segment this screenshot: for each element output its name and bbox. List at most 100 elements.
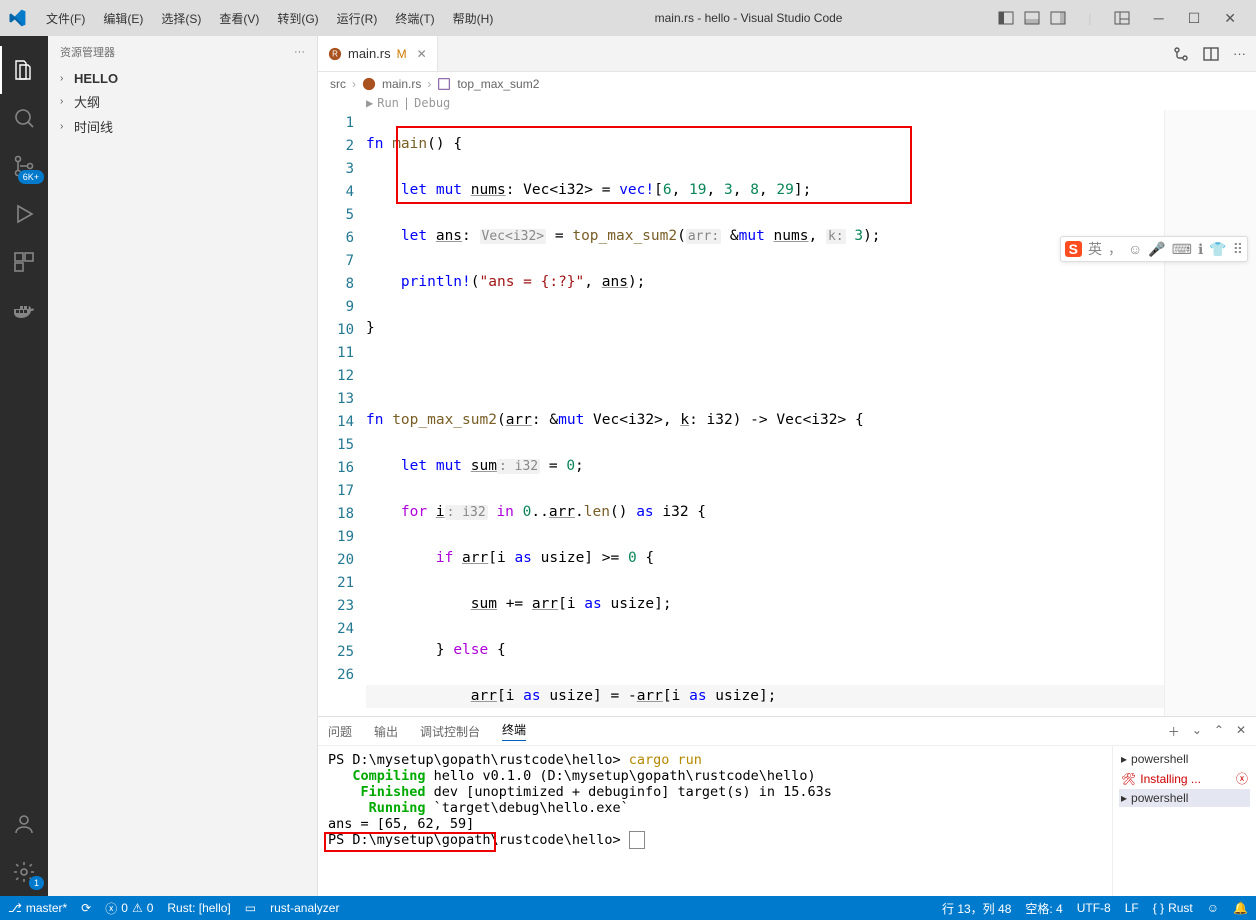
editor-area: R main.rs M ✕ ··· src › main.rs › top_ma… bbox=[318, 36, 1256, 896]
status-sync-icon[interactable]: ⟳ bbox=[81, 901, 91, 915]
activity-settings-icon[interactable]: 1 bbox=[0, 848, 48, 896]
activity-extensions-icon[interactable] bbox=[0, 238, 48, 286]
menu-terminal[interactable]: 终端(T) bbox=[387, 6, 442, 31]
breadcrumbs[interactable]: src › main.rs › top_max_sum2 bbox=[318, 72, 1256, 96]
maximize-icon[interactable]: ☐ bbox=[1176, 4, 1213, 33]
line-gutter: 1234567891011121314151617181920212324252… bbox=[318, 110, 366, 716]
tab-modified-flag: M bbox=[397, 47, 407, 61]
codelens-debug[interactable]: Debug bbox=[414, 96, 450, 110]
panel-tab-problems[interactable]: 问题 bbox=[328, 723, 352, 740]
sidebar-more-icon[interactable]: ··· bbox=[294, 46, 305, 58]
tab-close-icon[interactable]: ✕ bbox=[417, 47, 427, 61]
sidebar-section-timeline[interactable]: ›时间线 bbox=[48, 114, 317, 139]
titlebar: 文件(F) 编辑(E) 选择(S) 查看(V) 转到(G) 运行(R) 终端(T… bbox=[0, 0, 1256, 36]
status-notifications-icon[interactable]: 🔔 bbox=[1233, 901, 1248, 915]
rust-file-icon bbox=[362, 77, 376, 91]
terminal-icon: ▸ bbox=[1121, 752, 1127, 766]
status-bar: ⎇ master* ⟳ ⓧ 0 ⚠ 0 Rust: [hello] ▭ rust… bbox=[0, 896, 1256, 920]
menubar: 文件(F) 编辑(E) 选择(S) 查看(V) 转到(G) 运行(R) 终端(T… bbox=[38, 6, 501, 31]
ime-toolbar[interactable]: S 英 ， ☺ 🎤 ⌨ ℹ 👕 ⠿ bbox=[1060, 236, 1248, 262]
kill-terminal-icon[interactable]: ⓧ bbox=[1236, 770, 1248, 787]
status-feedback-icon[interactable]: ☺ bbox=[1207, 901, 1219, 915]
status-branch[interactable]: ⎇ master* bbox=[8, 901, 67, 915]
menu-view[interactable]: 查看(V) bbox=[211, 6, 267, 31]
layout-customize-icon[interactable] bbox=[1112, 8, 1132, 28]
split-editor-icon[interactable] bbox=[1203, 46, 1219, 62]
activity-search-icon[interactable] bbox=[0, 94, 48, 142]
symbol-function-icon bbox=[437, 77, 451, 91]
menu-help[interactable]: 帮助(H) bbox=[445, 6, 502, 31]
sidebar-title: 资源管理器 bbox=[60, 44, 115, 60]
ime-keyboard-icon[interactable]: ⌨ bbox=[1172, 241, 1192, 258]
ime-grid-icon[interactable]: ⠿ bbox=[1233, 241, 1243, 258]
sidebar-section-hello[interactable]: ›HELLO bbox=[48, 68, 317, 89]
minimap[interactable] bbox=[1164, 110, 1256, 716]
sidebar-explorer: 资源管理器 ··· ›HELLO ›大纲 ›时间线 bbox=[48, 36, 318, 896]
status-rust-project[interactable]: Rust: [hello] bbox=[167, 901, 230, 915]
status-cursor-position[interactable]: 行 13，列 48 bbox=[942, 900, 1011, 917]
terminal-item-powershell-2[interactable]: ▸powershell bbox=[1119, 789, 1250, 807]
layout-bottom-icon[interactable] bbox=[1022, 8, 1042, 28]
menu-go[interactable]: 转到(G) bbox=[269, 6, 326, 31]
vscode-icon bbox=[8, 9, 26, 27]
code-editor[interactable]: 1234567891011121314151617181920212324252… bbox=[318, 110, 1256, 716]
status-problems[interactable]: ⓧ 0 ⚠ 0 bbox=[105, 900, 153, 917]
layout-secondary-icon[interactable] bbox=[1048, 8, 1068, 28]
breadcrumb-file[interactable]: main.rs bbox=[382, 77, 421, 91]
menu-run[interactable]: 运行(R) bbox=[329, 6, 386, 31]
sidebar-section-outline[interactable]: ›大纲 bbox=[48, 89, 317, 114]
code-lens: ▶ Run | Debug bbox=[318, 96, 1256, 110]
menu-edit[interactable]: 编辑(E) bbox=[95, 6, 151, 31]
menu-selection[interactable]: 选择(S) bbox=[153, 6, 209, 31]
panel-tab-debug-console[interactable]: 调试控制台 bbox=[420, 723, 480, 740]
layout-primary-icon[interactable] bbox=[996, 8, 1016, 28]
panel-tabs: 问题 输出 调试控制台 终端 ＋ ⌄ ⌃ ✕ bbox=[318, 717, 1256, 746]
code-content[interactable]: fn main() { let mut nums: Vec<i32> = vec… bbox=[366, 110, 1164, 716]
terminal-new-icon[interactable]: ＋ bbox=[1168, 723, 1180, 740]
ime-emoji-icon[interactable]: ☺ bbox=[1128, 241, 1142, 257]
tab-main-rs[interactable]: R main.rs M ✕ bbox=[318, 36, 438, 71]
terminal-dropdown-icon[interactable]: ⌄ bbox=[1192, 723, 1202, 740]
activity-docker-icon[interactable] bbox=[0, 286, 48, 334]
ime-logo-icon: S bbox=[1065, 241, 1082, 257]
menu-file[interactable]: 文件(F) bbox=[38, 6, 93, 31]
compare-changes-icon[interactable] bbox=[1173, 46, 1189, 62]
panel-maximize-icon[interactable]: ⌃ bbox=[1214, 723, 1224, 740]
terminal-icon: ▸ bbox=[1121, 791, 1127, 805]
ime-lang[interactable]: 英 bbox=[1088, 239, 1102, 259]
ime-info-icon[interactable]: ℹ bbox=[1198, 241, 1203, 258]
status-eol[interactable]: LF bbox=[1125, 901, 1139, 915]
minimize-icon[interactable]: ─ bbox=[1142, 4, 1176, 32]
rust-file-icon: R bbox=[328, 47, 342, 61]
terminal-item-powershell-1[interactable]: ▸powershell bbox=[1119, 750, 1250, 768]
panel: 问题 输出 调试控制台 终端 ＋ ⌄ ⌃ ✕ PS D:\mysetup\gop… bbox=[318, 716, 1256, 896]
panel-tab-terminal[interactable]: 终端 bbox=[502, 721, 526, 741]
activity-explorer-icon[interactable] bbox=[0, 46, 48, 94]
activity-run-debug-icon[interactable] bbox=[0, 190, 48, 238]
tab-bar: R main.rs M ✕ ··· bbox=[318, 36, 1256, 72]
panel-tab-output[interactable]: 输出 bbox=[374, 723, 398, 740]
ime-punct-icon[interactable]: ， bbox=[1108, 239, 1122, 259]
status-rust-analyzer[interactable]: rust-analyzer bbox=[270, 901, 339, 915]
ime-voice-icon[interactable]: 🎤 bbox=[1148, 241, 1165, 258]
breadcrumb-symbol[interactable]: top_max_sum2 bbox=[457, 77, 539, 91]
status-encoding[interactable]: UTF-8 bbox=[1077, 901, 1111, 915]
close-window-icon[interactable]: ✕ bbox=[1212, 4, 1248, 33]
status-language[interactable]: { } Rust bbox=[1153, 901, 1193, 915]
activity-source-control-icon[interactable]: 6K+ bbox=[0, 142, 48, 190]
status-layout-icon[interactable]: ▭ bbox=[245, 901, 256, 915]
activity-accounts-icon[interactable] bbox=[0, 800, 48, 848]
svg-text:R: R bbox=[332, 49, 338, 58]
tools-icon: 🛠 bbox=[1121, 772, 1136, 786]
tab-label: main.rs bbox=[348, 46, 391, 61]
terminal-item-installing[interactable]: 🛠Installing ...ⓧ bbox=[1119, 768, 1250, 789]
codelens-run[interactable]: Run bbox=[377, 96, 399, 110]
breadcrumb-src[interactable]: src bbox=[330, 77, 346, 91]
window-title: main.rs - hello - Visual Studio Code bbox=[501, 11, 995, 25]
ime-skin-icon[interactable]: 👕 bbox=[1209, 241, 1226, 258]
terminal-list: ▸powershell 🛠Installing ...ⓧ ▸powershell bbox=[1112, 746, 1256, 896]
editor-more-icon[interactable]: ··· bbox=[1233, 46, 1246, 61]
status-indentation[interactable]: 空格: 4 bbox=[1025, 900, 1062, 917]
panel-close-icon[interactable]: ✕ bbox=[1236, 723, 1246, 740]
terminal-output[interactable]: PS D:\mysetup\gopath\rustcode\hello> car… bbox=[318, 746, 1112, 896]
